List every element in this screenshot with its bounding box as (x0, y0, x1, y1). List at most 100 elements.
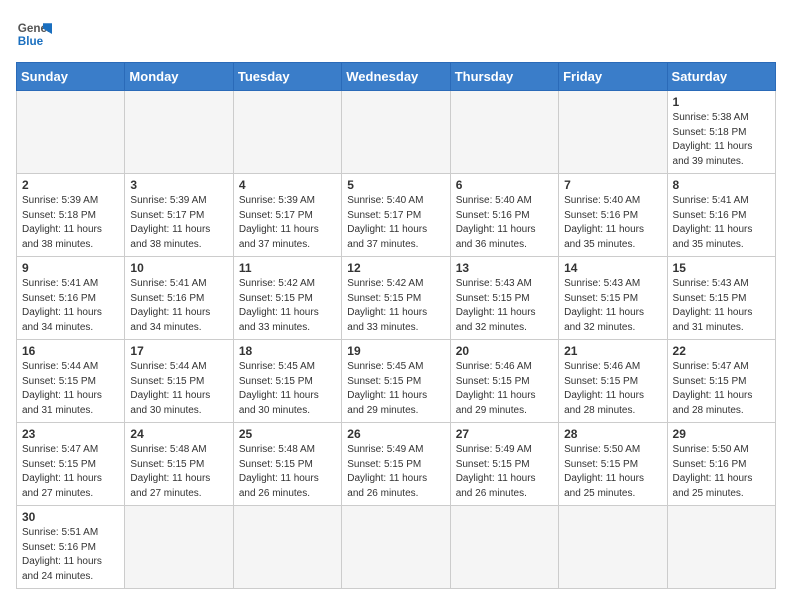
cell-info: Sunrise: 5:46 AMSunset: 5:15 PMDaylight:… (456, 360, 553, 418)
calendar-table: SundayMondayTuesdayWednesdayThursdayFrid… (16, 62, 776, 589)
cell-info: Sunrise: 5:48 AMSunset: 5:15 PMDaylight:… (130, 443, 227, 501)
day-number: 25 (239, 427, 336, 441)
calendar-cell: 16 Sunrise: 5:44 AMSunset: 5:15 PMDayligh… (17, 340, 125, 423)
logo: General Blue (16, 16, 52, 52)
cell-info: Sunrise: 5:41 AMSunset: 5:16 PMDaylight:… (673, 194, 770, 252)
calendar-cell (125, 506, 233, 589)
cell-info: Sunrise: 5:41 AMSunset: 5:16 PMDaylight:… (22, 277, 119, 335)
calendar-cell: 22 Sunrise: 5:47 AMSunset: 5:15 PMDayligh… (667, 340, 775, 423)
cell-info: Sunrise: 5:40 AMSunset: 5:16 PMDaylight:… (564, 194, 661, 252)
calendar-week-2: 2 Sunrise: 5:39 AMSunset: 5:18 PMDaylight… (17, 174, 776, 257)
calendar-cell: 6Sunrise: 5:40 AMSunset: 5:16 PMDaylight… (450, 174, 558, 257)
day-number: 26 (347, 427, 444, 441)
cell-info: Sunrise: 5:50 AMSunset: 5:16 PMDaylight:… (673, 443, 770, 501)
calendar-cell (125, 91, 233, 174)
weekday-header-saturday: Saturday (667, 63, 775, 91)
cell-info: Sunrise: 5:47 AMSunset: 5:15 PMDaylight:… (673, 360, 770, 418)
day-number: 20 (456, 344, 553, 358)
day-number: 4 (239, 178, 336, 192)
svg-text:Blue: Blue (18, 35, 44, 48)
calendar-cell: 26Sunrise: 5:49 AMSunset: 5:15 PMDayligh… (342, 423, 450, 506)
weekday-header-thursday: Thursday (450, 63, 558, 91)
weekday-header-row: SundayMondayTuesdayWednesdayThursdayFrid… (17, 63, 776, 91)
day-number: 27 (456, 427, 553, 441)
calendar-cell: 12 Sunrise: 5:42 AMSunset: 5:15 PMDayligh… (342, 257, 450, 340)
day-number: 21 (564, 344, 661, 358)
cell-info: Sunrise: 5:45 AMSunset: 5:15 PMDaylight:… (239, 360, 336, 418)
day-number: 3 (130, 178, 227, 192)
calendar-cell: 8 Sunrise: 5:41 AMSunset: 5:16 PMDaylight… (667, 174, 775, 257)
calendar-cell (559, 91, 667, 174)
calendar-cell: 17 Sunrise: 5:44 AMSunset: 5:15 PMDayligh… (125, 340, 233, 423)
cell-info: Sunrise: 5:43 AMSunset: 5:15 PMDaylight:… (456, 277, 553, 335)
weekday-header-tuesday: Tuesday (233, 63, 341, 91)
day-number: 29 (673, 427, 770, 441)
calendar-cell: 13 Sunrise: 5:43 AMSunset: 5:15 PMDayligh… (450, 257, 558, 340)
calendar-cell: 20 Sunrise: 5:46 AMSunset: 5:15 PMDayligh… (450, 340, 558, 423)
calendar-cell (233, 506, 341, 589)
cell-info: Sunrise: 5:42 AMSunset: 5:15 PMDaylight:… (347, 277, 444, 335)
cell-info: Sunrise: 5:44 AMSunset: 5:15 PMDaylight:… (130, 360, 227, 418)
day-number: 22 (673, 344, 770, 358)
calendar-cell: 3 Sunrise: 5:39 AMSunset: 5:17 PMDaylight… (125, 174, 233, 257)
cell-info: Sunrise: 5:38 AMSunset: 5:18 PMDaylight:… (673, 111, 770, 169)
day-number: 16 (22, 344, 119, 358)
day-number: 2 (22, 178, 119, 192)
cell-info: Sunrise: 5:51 AMSunset: 5:16 PMDaylight:… (22, 526, 119, 584)
calendar-week-5: 23 Sunrise: 5:47 AMSunset: 5:15 PMDayligh… (17, 423, 776, 506)
day-number: 17 (130, 344, 227, 358)
day-number: 18 (239, 344, 336, 358)
cell-info: Sunrise: 5:47 AMSunset: 5:15 PMDaylight:… (22, 443, 119, 501)
cell-info: Sunrise: 5:44 AMSunset: 5:15 PMDaylight:… (22, 360, 119, 418)
cell-info: Sunrise: 5:43 AMSunset: 5:15 PMDaylight:… (564, 277, 661, 335)
day-number: 24 (130, 427, 227, 441)
day-number: 12 (347, 261, 444, 275)
calendar-cell: 29 Sunrise: 5:50 AMSunset: 5:16 PMDayligh… (667, 423, 775, 506)
calendar-cell (450, 91, 558, 174)
weekday-header-wednesday: Wednesday (342, 63, 450, 91)
day-number: 1 (673, 95, 770, 109)
calendar-week-3: 9Sunrise: 5:41 AMSunset: 5:16 PMDaylight… (17, 257, 776, 340)
day-number: 14 (564, 261, 661, 275)
calendar-cell: 9Sunrise: 5:41 AMSunset: 5:16 PMDaylight… (17, 257, 125, 340)
cell-info: Sunrise: 5:39 AMSunset: 5:18 PMDaylight:… (22, 194, 119, 252)
cell-info: Sunrise: 5:45 AMSunset: 5:15 PMDaylight:… (347, 360, 444, 418)
calendar-cell: 24 Sunrise: 5:48 AMSunset: 5:15 PMDayligh… (125, 423, 233, 506)
calendar-cell (667, 506, 775, 589)
calendar-cell: 18 Sunrise: 5:45 AMSunset: 5:15 PMDayligh… (233, 340, 341, 423)
day-number: 28 (564, 427, 661, 441)
cell-info: Sunrise: 5:43 AMSunset: 5:15 PMDaylight:… (673, 277, 770, 335)
calendar-cell: 11Sunrise: 5:42 AMSunset: 5:15 PMDayligh… (233, 257, 341, 340)
calendar-week-1: 1 Sunrise: 5:38 AMSunset: 5:18 PMDaylight… (17, 91, 776, 174)
calendar-cell: 25 Sunrise: 5:48 AMSunset: 5:15 PMDayligh… (233, 423, 341, 506)
day-number: 23 (22, 427, 119, 441)
calendar-cell (450, 506, 558, 589)
calendar-cell (233, 91, 341, 174)
calendar-cell: 5 Sunrise: 5:40 AMSunset: 5:17 PMDaylight… (342, 174, 450, 257)
calendar-cell: 19 Sunrise: 5:45 AMSunset: 5:15 PMDayligh… (342, 340, 450, 423)
calendar-cell: 7 Sunrise: 5:40 AMSunset: 5:16 PMDaylight… (559, 174, 667, 257)
cell-info: Sunrise: 5:39 AMSunset: 5:17 PMDaylight:… (130, 194, 227, 252)
day-number: 7 (564, 178, 661, 192)
calendar-cell: 14 Sunrise: 5:43 AMSunset: 5:15 PMDayligh… (559, 257, 667, 340)
calendar-cell (17, 91, 125, 174)
cell-info: Sunrise: 5:48 AMSunset: 5:15 PMDaylight:… (239, 443, 336, 501)
calendar-cell: 2 Sunrise: 5:39 AMSunset: 5:18 PMDaylight… (17, 174, 125, 257)
day-number: 19 (347, 344, 444, 358)
calendar-cell: 1 Sunrise: 5:38 AMSunset: 5:18 PMDaylight… (667, 91, 775, 174)
logo-icon: General Blue (16, 16, 52, 52)
cell-info: Sunrise: 5:46 AMSunset: 5:15 PMDaylight:… (564, 360, 661, 418)
calendar-cell (342, 91, 450, 174)
day-number: 8 (673, 178, 770, 192)
day-number: 5 (347, 178, 444, 192)
calendar-cell: 27 Sunrise: 5:49 AMSunset: 5:15 PMDayligh… (450, 423, 558, 506)
day-number: 11 (239, 261, 336, 275)
cell-info: Sunrise: 5:40 AMSunset: 5:17 PMDaylight:… (347, 194, 444, 252)
day-number: 13 (456, 261, 553, 275)
calendar-cell (559, 506, 667, 589)
cell-info: Sunrise: 5:49 AMSunset: 5:15 PMDaylight:… (456, 443, 553, 501)
calendar-week-4: 16 Sunrise: 5:44 AMSunset: 5:15 PMDayligh… (17, 340, 776, 423)
day-number: 6 (456, 178, 553, 192)
day-number: 15 (673, 261, 770, 275)
weekday-header-friday: Friday (559, 63, 667, 91)
